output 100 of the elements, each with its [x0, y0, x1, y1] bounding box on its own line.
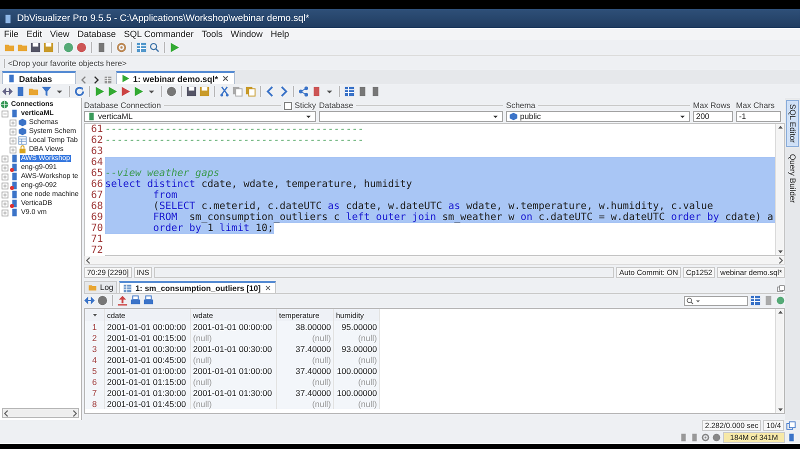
result-tab[interactable]: 1: sm_consumption_outliers [10]: [119, 281, 276, 293]
menu-item[interactable]: View: [50, 29, 70, 39]
table-cell: 2001-01-01 00:00:00: [105, 321, 191, 332]
menu-item[interactable]: Edit: [26, 29, 42, 39]
sort-icon[interactable]: [92, 312, 98, 318]
window-icon[interactable]: [786, 420, 796, 430]
close-icon[interactable]: [264, 284, 272, 292]
expand-icon[interactable]: [9, 136, 17, 144]
expand-icon[interactable]: [1, 208, 9, 216]
filter-field[interactable]: [684, 296, 748, 306]
link-arrows-icon[interactable]: [84, 295, 95, 306]
down-arrow-icon[interactable]: [776, 406, 784, 413]
stop-icon[interactable]: [166, 86, 177, 96]
restore-icon[interactable]: [777, 285, 785, 293]
printer-icon[interactable]: [143, 295, 154, 306]
connection-dropdown[interactable]: verticaML: [84, 111, 316, 122]
save-icon[interactable]: [186, 86, 197, 96]
sticky-checkbox[interactable]: [284, 102, 292, 110]
refresh-icon[interactable]: [74, 86, 85, 96]
expand-icon[interactable]: [1, 182, 9, 190]
printer-icon[interactable]: [130, 295, 141, 306]
row-number: 5: [85, 365, 105, 376]
line-number: 67: [85, 190, 105, 201]
result-tab[interactable]: Log: [84, 281, 118, 293]
field-label: Max Chars: [736, 101, 775, 110]
menu-item[interactable]: File: [4, 29, 19, 39]
schema-dropdown[interactable]: public: [506, 111, 690, 122]
code-line: select distinct cdate, wdate, temperature, humidity: [105, 179, 414, 190]
code-line: --view weather gaps: [105, 168, 220, 179]
code-line: (SELECT c.meterid, c.dateUTC as cdate, w.dateUTC as wdate, w.temperature, w.humidity, c.value: [152, 201, 714, 212]
field-label: Database: [319, 101, 354, 110]
table-cell: (null): [191, 398, 277, 409]
link-arrows-icon[interactable]: [2, 86, 13, 96]
app-icon: [3, 14, 13, 24]
database-dropdown[interactable]: [319, 111, 503, 122]
field-label: Schema: [506, 101, 536, 110]
close-icon[interactable]: [221, 74, 230, 83]
expand-icon[interactable]: [1, 172, 9, 180]
table-cell: 37.40000: [277, 343, 334, 354]
stop-icon[interactable]: [712, 433, 722, 442]
code-line: FROM sm_consumption_outliers c left outer join sm_weather w on c.dateUTC = w.dateUTC order by cdate) a: [152, 212, 774, 223]
table-cell: (null): [191, 332, 277, 343]
side-tab[interactable]: Query Builder: [786, 150, 799, 207]
table-cell: 2001-01-01 00:00:00: [191, 321, 277, 332]
checkbox-label: Sticky: [294, 101, 316, 110]
search-icon[interactable]: [149, 42, 160, 53]
databases-tab[interactable]: Databas: [2, 71, 76, 84]
table-cell: 2001-01-01 01:00:00: [191, 365, 277, 376]
table-cell: (null): [277, 354, 334, 365]
expand-icon[interactable]: [1, 164, 9, 172]
row-number: 1: [85, 321, 105, 332]
expand-icon[interactable]: [9, 128, 17, 136]
table-cell: (null): [334, 376, 380, 387]
expand-icon[interactable]: [9, 118, 17, 126]
menu-item[interactable]: Help: [270, 29, 290, 39]
max-chars-field[interactable]: -1: [736, 111, 781, 122]
stop-icon[interactable]: [97, 295, 108, 306]
table-cell: 2001-01-01 00:15:00: [105, 332, 191, 343]
table-cell: 2001-01-01 00:45:00: [105, 354, 191, 365]
code-line: -------------------------------------------: [105, 124, 365, 135]
share-icon[interactable]: [298, 86, 309, 96]
table-cell: (null): [334, 398, 380, 409]
expand-icon[interactable]: [1, 154, 9, 162]
expand-icon[interactable]: [1, 200, 9, 208]
table-cell: (null): [277, 376, 334, 387]
menu-item[interactable]: SQL Commander: [124, 29, 194, 39]
table-cell: 37.40000: [277, 387, 334, 398]
paste-icon[interactable]: [245, 86, 256, 96]
export-icon[interactable]: [117, 295, 128, 306]
table-cell: (null): [191, 376, 277, 387]
editor-tab[interactable]: 1: webinar demo.sql*: [116, 71, 236, 84]
table-cell: 2001-01-01 01:45:00: [105, 398, 191, 409]
down-arrow-icon[interactable]: [776, 248, 784, 255]
table-cell: 100.00000: [334, 365, 380, 376]
up-arrow-icon[interactable]: [776, 124, 784, 131]
menu-item[interactable]: Database: [77, 29, 116, 39]
max-rows-field[interactable]: 200: [693, 111, 733, 122]
menu-item[interactable]: Window: [230, 29, 263, 39]
field-label: Max Rows: [693, 101, 730, 110]
window-icon[interactable]: [104, 76, 112, 84]
sql-editor[interactable]: [84, 123, 785, 256]
save-icon[interactable]: [30, 42, 41, 53]
table-cell: 2001-01-01 01:15:00: [105, 376, 191, 387]
field-label: Database Connection: [84, 101, 161, 110]
line-number: 69: [85, 212, 105, 223]
grid-icon[interactable]: [136, 42, 147, 53]
line-number: 66: [85, 179, 105, 190]
line-number: 65: [85, 168, 105, 179]
side-tab[interactable]: SQL Editor: [786, 100, 799, 147]
table-cell: 38.00000: [277, 321, 334, 332]
grid-view-icon[interactable]: [750, 295, 761, 306]
up-arrow-icon[interactable]: [776, 309, 784, 316]
expand-icon[interactable]: [9, 146, 17, 154]
cut-icon[interactable]: [219, 86, 230, 96]
menu-item[interactable]: Tools: [202, 29, 223, 39]
gear-icon[interactable]: [701, 433, 710, 442]
search-icon: [686, 296, 694, 304]
table-cell: 2001-01-01 01:00:00: [105, 365, 191, 376]
expand-icon[interactable]: [1, 190, 9, 198]
play-icon[interactable]: [169, 42, 180, 53]
